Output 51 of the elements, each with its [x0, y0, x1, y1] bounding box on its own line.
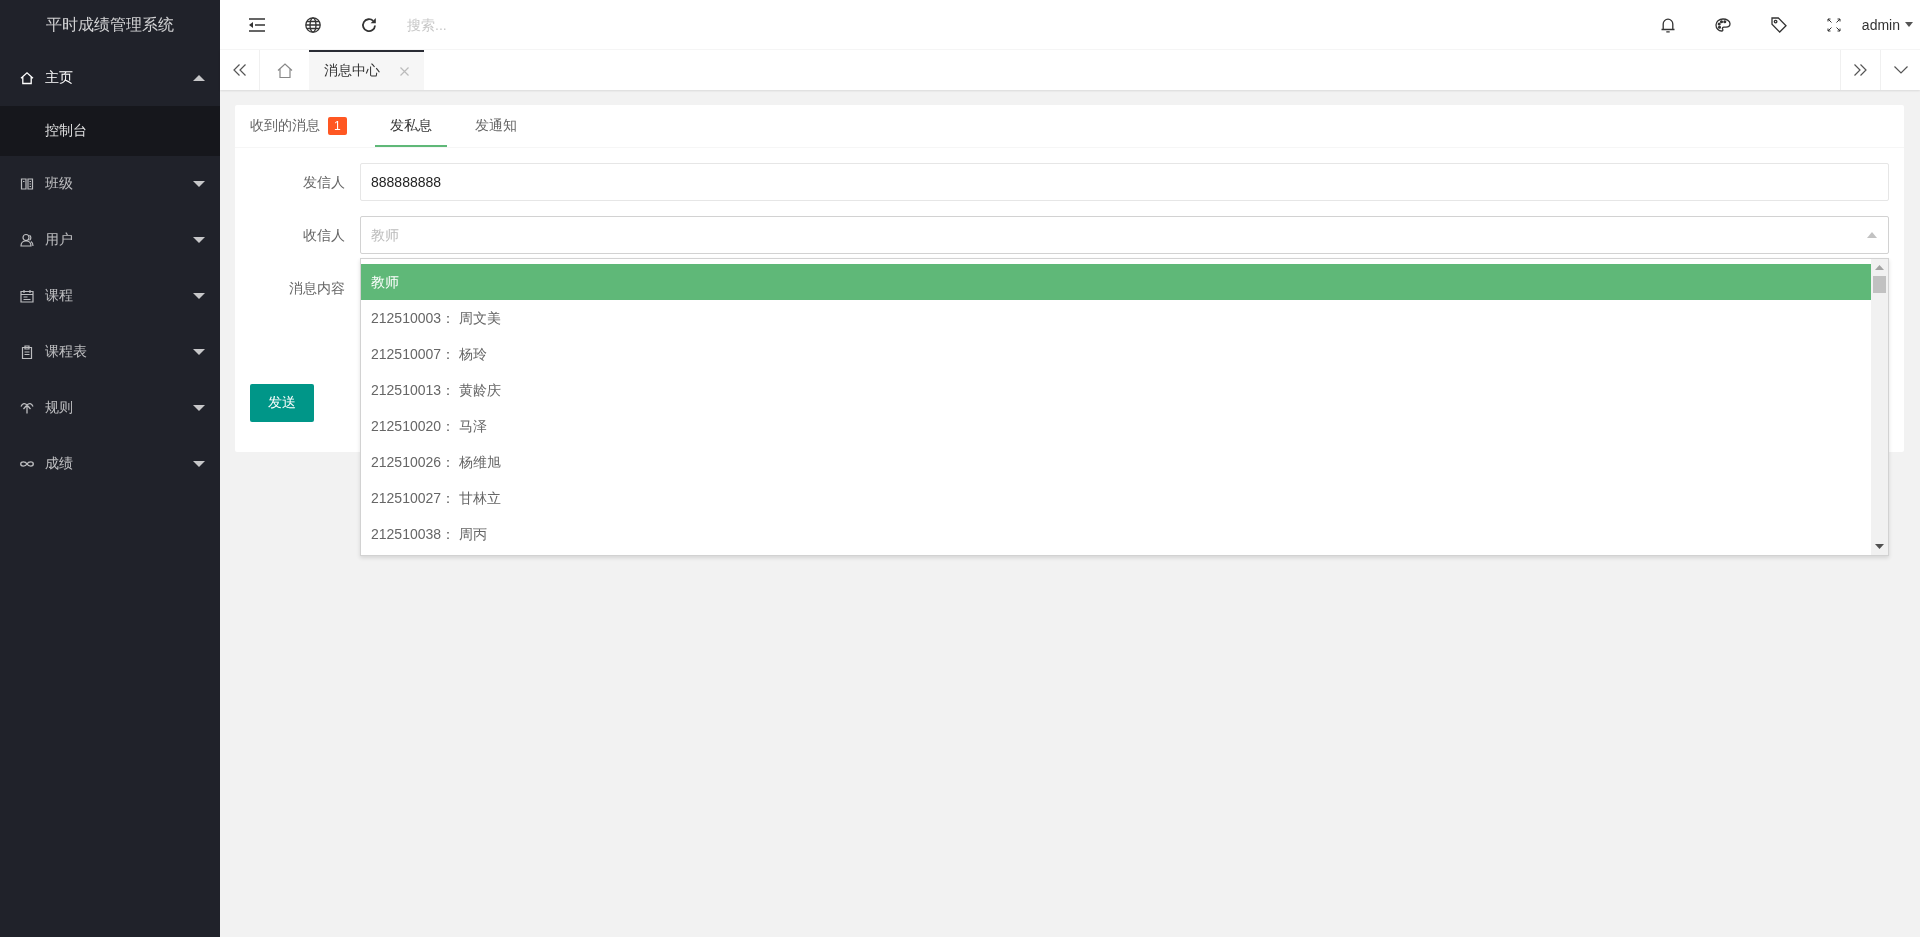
sidebar-item[interactable]: 规则: [0, 380, 220, 436]
user-menu[interactable]: admin: [1861, 16, 1913, 33]
menu-icon[interactable]: [249, 17, 265, 32]
dropdown-option[interactable]: 212510007： 杨玲: [361, 336, 1871, 372]
palm-tree-icon: [20, 402, 34, 414]
field-label: 收信人: [303, 226, 345, 245]
caret-icon: [1867, 232, 1877, 238]
sidebar-item[interactable]: 主页: [0, 50, 220, 106]
send-button[interactable]: 发送: [250, 384, 314, 422]
dropdown-option[interactable]: 212510027： 甘林立: [361, 480, 1871, 516]
home-icon: [276, 62, 293, 78]
refresh-icon[interactable]: [361, 16, 377, 33]
count-badge: 1: [328, 117, 347, 135]
scrollbar-thumb[interactable]: [1873, 276, 1886, 293]
user-icon: [20, 233, 34, 247]
double-chevron-right-icon: [1854, 64, 1867, 76]
fullscreen-icon[interactable]: [1826, 17, 1841, 32]
page-tab[interactable]: 消息中心: [309, 50, 424, 90]
scrollbar[interactable]: [1871, 259, 1888, 555]
infinity-icon: [20, 461, 34, 467]
dropdown-option[interactable]: 212510020： 马泽: [361, 408, 1871, 444]
caret-icon: [1905, 22, 1913, 27]
sidebar-item[interactable]: 成绩: [0, 436, 220, 492]
sidebar-item[interactable]: 班级: [0, 156, 220, 212]
dropdown-option[interactable]: 212510003： 周文美: [361, 300, 1871, 336]
scroll-down-icon[interactable]: [1875, 544, 1884, 549]
tab[interactable]: 发通知: [459, 105, 532, 147]
book-icon: [20, 177, 34, 191]
tab[interactable]: 发私息: [374, 105, 447, 147]
app-title: 平时成绩管理系统: [46, 14, 174, 35]
double-chevron-left-icon: [233, 64, 246, 76]
bell-icon[interactable]: [1660, 16, 1675, 33]
dropdown-option[interactable]: 212510038： 周丙: [361, 516, 1871, 552]
sidebar-subitem[interactable]: 控制台: [0, 106, 220, 156]
clipboard-icon: [20, 345, 34, 359]
chevron-down-icon: [1893, 66, 1908, 74]
sidebar-item[interactable]: 用户: [0, 212, 220, 268]
select-field[interactable]: 教师: [360, 216, 1889, 254]
tab[interactable]: 收到的消息 1: [235, 105, 362, 147]
dropdown-option[interactable]: 212510013： 黄龄庆: [361, 372, 1871, 408]
input-field[interactable]: 888888888: [360, 163, 1889, 201]
dropdown-option[interactable]: 212510026： 杨维旭: [361, 444, 1871, 480]
calendar-icon: [20, 289, 34, 303]
sidebar-item[interactable]: 课程表: [0, 324, 220, 380]
field-label: 发信人: [303, 173, 345, 192]
field-label: 消息内容: [289, 279, 345, 298]
tag-icon[interactable]: [1770, 16, 1787, 33]
home-icon: [20, 71, 34, 85]
globe-icon[interactable]: [305, 16, 321, 33]
sidebar-item[interactable]: 课程: [0, 268, 220, 324]
palette-icon[interactable]: [1714, 17, 1731, 32]
